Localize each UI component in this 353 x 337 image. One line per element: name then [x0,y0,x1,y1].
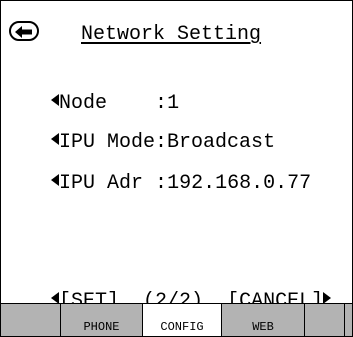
softkey-row: [SET] (2/2) [CANCEL] [3,257,352,313]
tab-phone[interactable]: PHONE [61,304,143,336]
field-spacer [143,172,155,195]
field-label: IPU Adr [59,172,144,195]
tab-blank-right[interactable] [305,304,345,336]
left-arrow-icon [51,174,60,186]
field-row-ipu-adr[interactable]: IPU Adr :192.168.0.77 [3,139,311,195]
field-value: 192.168.0.77 [167,172,312,195]
field-row-ipu-mode[interactable]: IPU Mode:Broadcast [3,98,275,154]
tab-bar: PHONE CONFIG WEB [1,303,352,336]
tab-web[interactable]: WEB [222,304,305,336]
tab-blank-left[interactable] [1,304,61,336]
back-arrow-icon[interactable] [9,21,39,41]
field-separator: : [155,172,168,195]
tab-config[interactable]: CONFIG [143,304,222,336]
page-title: Network Setting [81,23,262,46]
device-screen: Network Setting Node :1 IPU Mode:Broadca… [0,0,353,337]
field-row-node[interactable]: Node :1 [3,59,179,115]
